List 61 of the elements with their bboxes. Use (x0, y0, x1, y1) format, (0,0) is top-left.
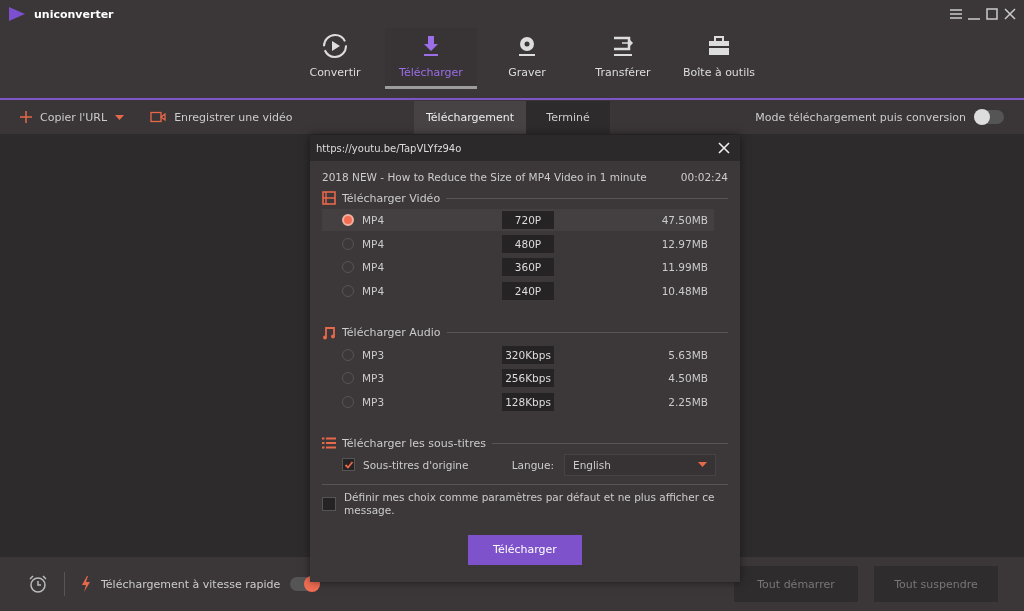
nav-tab[interactable]: Transférer (577, 28, 669, 89)
app-title: uniconverter (34, 7, 114, 21)
default-choice-text: Définir mes choix comme paramètres par défaut et ne plus afficher ce message. (344, 490, 716, 517)
original-subtitles-label: Sous-titres d'origine (363, 458, 470, 471)
format-option[interactable]: MP4 360P 11.99MB (322, 256, 714, 279)
format-option[interactable]: MP3 320Kbps 5.63MB (322, 343, 714, 366)
record-video-button[interactable]: Enregistrer une vidéo (150, 110, 293, 124)
music-note-icon (322, 325, 336, 340)
close-icon[interactable] (1004, 8, 1016, 20)
quality-label: 240P (502, 282, 554, 301)
size-text: 10.48MB (661, 285, 708, 298)
radio-button[interactable] (342, 214, 354, 226)
quality-label: 360P (502, 258, 554, 277)
duration-text: 00:02:24 (680, 171, 728, 183)
copy-url-button[interactable]: Copier l'URL (20, 110, 125, 124)
caret-icon (115, 114, 125, 120)
checkbox[interactable] (322, 496, 336, 511)
language-label: Langue: (511, 458, 554, 471)
status-tab[interactable]: Terminé (526, 100, 611, 134)
list-icon (322, 437, 336, 450)
logo-icon (8, 6, 26, 22)
nav-tab[interactable]: Boîte à outils (673, 28, 765, 89)
mode-label: Mode téléchargement puis conversion (755, 110, 966, 124)
size-text: 12.97MB (661, 237, 708, 250)
size-text: 47.50MB (661, 214, 708, 226)
size-text: 4.50MB (668, 372, 708, 385)
size-text: 11.99MB (661, 261, 708, 274)
section-title: Télécharger Vidéo (342, 191, 441, 205)
quality-label: 480P (502, 234, 554, 253)
convert-icon (321, 32, 349, 60)
quality-label: 128Kbps (502, 393, 554, 412)
maximize-icon[interactable] (986, 8, 998, 20)
quality-label: 720P (502, 211, 554, 229)
size-text: 5.63MB (668, 348, 708, 361)
format-option[interactable]: MP3 256Kbps 4.50MB (322, 367, 714, 390)
nav-tab[interactable]: Graver (481, 28, 573, 89)
plus-icon (20, 111, 32, 123)
quality-label: 320Kbps (502, 345, 554, 364)
size-text: 2.25MB (668, 396, 708, 409)
language-dropdown[interactable]: English (564, 453, 716, 476)
caret-icon (698, 462, 707, 468)
format-option[interactable]: MP4 480P 12.97MB (322, 232, 714, 255)
video-title: 2018 NEW - How to Reduce the Size of MP4 Video in 1 minute (322, 171, 647, 183)
format-option[interactable]: MP3 128Kbps 2.25MB (322, 391, 714, 414)
quality-label: 256Kbps (502, 369, 554, 388)
section-title: Télécharger les sous-titres (342, 436, 486, 450)
nav-tab[interactable]: Convertir (289, 28, 381, 89)
status-tab[interactable]: Téléchargement (413, 100, 527, 134)
video-camera-icon (150, 111, 167, 123)
format-option[interactable]: MP4 720P 47.50MB (322, 209, 714, 231)
alarm-clock-icon[interactable] (28, 574, 48, 594)
url-text: https://youtu.be/TapVLYfz94o (316, 142, 462, 154)
lightning-icon (81, 576, 91, 592)
section-title: Télécharger Audio (342, 326, 441, 340)
mode-toggle[interactable] (974, 110, 1004, 124)
fast-download-label: Téléchargement à vitesse rapide (101, 577, 281, 591)
checkbox[interactable] (342, 458, 355, 472)
format-option[interactable]: MP4 240P 10.48MB (322, 280, 714, 303)
menu-icon[interactable] (950, 8, 962, 20)
download-button[interactable]: Télécharger (468, 534, 582, 565)
film-icon (322, 191, 336, 205)
